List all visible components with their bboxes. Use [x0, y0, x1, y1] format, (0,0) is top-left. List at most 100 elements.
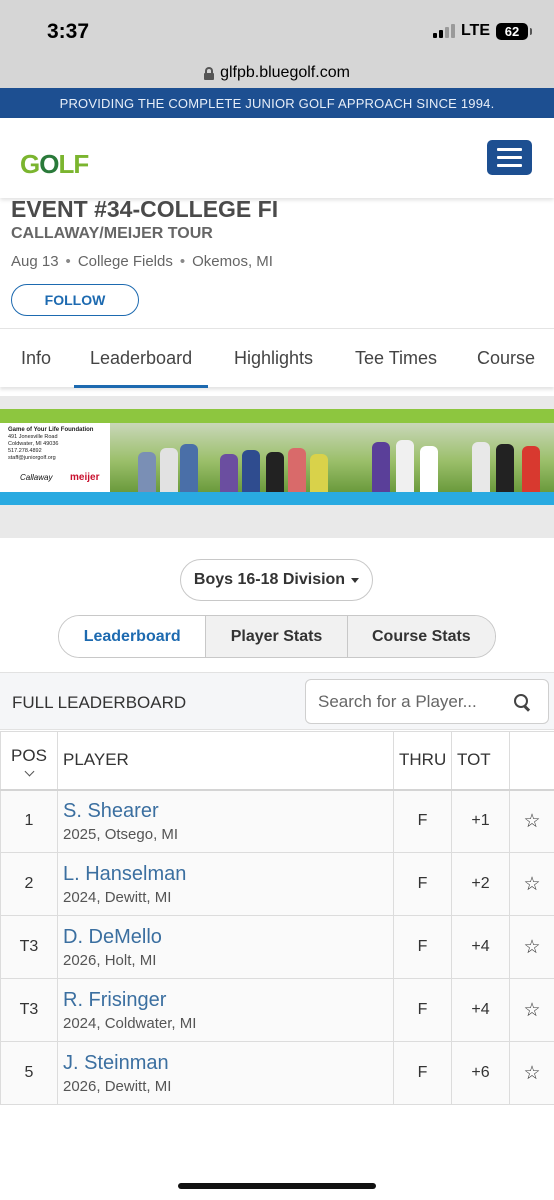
- player-total: +6: [451, 1041, 510, 1105]
- column-header-thru[interactable]: THRU: [393, 731, 452, 791]
- photo-figure: [220, 454, 238, 492]
- banner-stripe: [0, 409, 554, 423]
- table-row[interactable]: T3 R. Frisinger 2024, Coldwater, MI F +4 …: [0, 978, 554, 1042]
- player-position: 1: [0, 789, 58, 853]
- caret-down-icon: [351, 577, 360, 583]
- player-name-link[interactable]: L. Hanselman: [63, 862, 393, 886]
- player-name-link[interactable]: R. Frisinger: [63, 988, 393, 1012]
- favorite-cell: ☆: [509, 1041, 554, 1105]
- table-header-row: POS PLAYER THRU TOT: [0, 731, 554, 791]
- lock-icon: [204, 66, 215, 80]
- sponsor-banner[interactable]: Game of Your Life Foundation 491 Jonesvi…: [0, 409, 554, 505]
- tab-highlights[interactable]: Highlights: [234, 329, 313, 388]
- photo-figure: [372, 442, 390, 492]
- site-logo[interactable]: GOLF: [20, 149, 89, 180]
- foundation-email: staff@juniorgolf.org: [8, 455, 56, 461]
- menu-bar: [497, 148, 522, 151]
- player-info: 2025, Otsego, MI: [63, 826, 179, 844]
- segment-course-stats[interactable]: Course Stats: [346, 616, 495, 657]
- star-icon[interactable]: ☆: [523, 1063, 540, 1084]
- follow-button[interactable]: FOLLOW: [11, 284, 139, 316]
- player-cell: J. Steinman 2026, Dewitt, MI: [57, 1041, 394, 1105]
- player-thru: F: [393, 915, 452, 979]
- player-info: 2024, Dewitt, MI: [63, 889, 172, 906]
- player-thru: F: [393, 789, 452, 853]
- favorite-cell: ☆: [509, 789, 554, 853]
- column-header-player[interactable]: PLAYER: [57, 731, 394, 791]
- tab-info[interactable]: Info: [21, 329, 51, 388]
- signal-icon: [432, 24, 455, 38]
- status-time: 3:37: [47, 20, 90, 43]
- tab-leaderboard[interactable]: Leaderboard: [73, 329, 209, 388]
- tour-name: CALLAWAY/MEIJER TOUR: [11, 225, 213, 242]
- foundation-info: Game of Your Life Foundation 491 Jonesvi…: [8, 427, 108, 462]
- leaderboard-view-switch: Leaderboard Player Stats Course Stats: [58, 615, 496, 658]
- player-name-link[interactable]: D. DeMello: [63, 925, 393, 949]
- table-row[interactable]: 2 L. Hanselman 2024, Dewitt, MI F +2 ☆: [0, 852, 554, 916]
- browser-url-bar[interactable]: glfpb.bluegolf.com: [0, 58, 554, 88]
- junior-golfers-photo: [110, 423, 554, 492]
- star-icon[interactable]: ☆: [523, 1000, 540, 1021]
- photo-figure: [310, 454, 328, 492]
- photo-figure: [266, 452, 284, 492]
- player-search-input[interactable]: [318, 680, 508, 723]
- star-icon[interactable]: ☆: [523, 874, 540, 895]
- player-cell: S. Shearer 2025, Otsego, MI: [57, 789, 394, 853]
- status-indicators: LTE 62: [432, 22, 532, 40]
- event-location: Okemos, MI: [192, 253, 273, 270]
- player-total: +4: [451, 915, 510, 979]
- player-name-link[interactable]: J. Steinman: [63, 1051, 393, 1075]
- photo-figure: [242, 450, 260, 492]
- event-title: EVENT #34-COLLEGE FI: [11, 196, 279, 222]
- table-row[interactable]: 1 S. Shearer 2025, Otsego, MI F +1 ☆: [0, 789, 554, 853]
- event-date: Aug 13: [11, 253, 59, 270]
- search-icon[interactable]: [514, 694, 530, 710]
- photo-figure: [180, 444, 198, 492]
- site-header: GOLF: [0, 118, 554, 198]
- player-position: 5: [0, 1041, 58, 1105]
- column-header-pos[interactable]: POS: [0, 731, 58, 791]
- player-thru: F: [393, 978, 452, 1042]
- player-cell: R. Frisinger 2024, Coldwater, MI: [57, 978, 394, 1042]
- banner-stripe: [0, 492, 554, 505]
- player-thru: F: [393, 1041, 452, 1105]
- leaderboard-header: FULL LEADERBOARD: [0, 672, 554, 730]
- event-course: College Fields: [77, 253, 173, 270]
- foundation-name: Game of Your Life Foundation: [8, 427, 94, 433]
- player-position: T3: [0, 978, 58, 1042]
- player-position: 2: [0, 852, 58, 916]
- table-row[interactable]: 5 J. Steinman 2026, Dewitt, MI F +6 ☆: [0, 1041, 554, 1105]
- player-total: +2: [451, 852, 510, 916]
- player-cell: D. DeMello 2026, Holt, MI: [57, 915, 394, 979]
- column-header-tot[interactable]: TOT: [451, 731, 510, 791]
- table-row[interactable]: T3 D. DeMello 2026, Holt, MI F +4 ☆: [0, 915, 554, 979]
- menu-bar: [497, 164, 522, 167]
- player-name-link[interactable]: S. Shearer: [63, 799, 393, 823]
- status-bar: 3:37 LTE 62: [0, 0, 554, 58]
- foundation-address2: Coldwater, MI 49036: [8, 441, 59, 447]
- segment-player-stats[interactable]: Player Stats: [205, 616, 347, 657]
- player-search[interactable]: [305, 679, 549, 724]
- separator-dot: •: [65, 253, 71, 270]
- home-indicator[interactable]: [178, 1183, 376, 1189]
- division-select[interactable]: Boys 16-18 Division: [180, 559, 373, 601]
- tab-course[interactable]: Course: [477, 329, 535, 388]
- photo-figure: [288, 448, 306, 492]
- hamburger-menu-button[interactable]: [487, 140, 532, 175]
- segment-leaderboard[interactable]: Leaderboard: [59, 616, 206, 657]
- star-icon[interactable]: ☆: [523, 811, 540, 832]
- photo-figure: [138, 452, 156, 492]
- favorite-cell: ☆: [509, 978, 554, 1042]
- ad-area: Game of Your Life Foundation 491 Jonesvi…: [0, 396, 554, 538]
- tab-tee-times[interactable]: Tee Times: [355, 329, 437, 388]
- leaderboard-table: POS PLAYER THRU TOT 1 S. Shearer 2025, Ot…: [0, 731, 554, 1105]
- chevron-down-icon: [24, 766, 34, 777]
- menu-bar: [497, 156, 522, 159]
- meijer-logo: meijer: [70, 472, 100, 483]
- photo-figure: [522, 446, 540, 492]
- photo-figure: [472, 442, 490, 492]
- event-tabs: Info Leaderboard Highlights Tee Times Co…: [0, 328, 554, 388]
- star-icon[interactable]: ☆: [523, 937, 540, 958]
- photo-figure: [160, 448, 178, 492]
- player-info: 2024, Coldwater, MI: [63, 1015, 197, 1032]
